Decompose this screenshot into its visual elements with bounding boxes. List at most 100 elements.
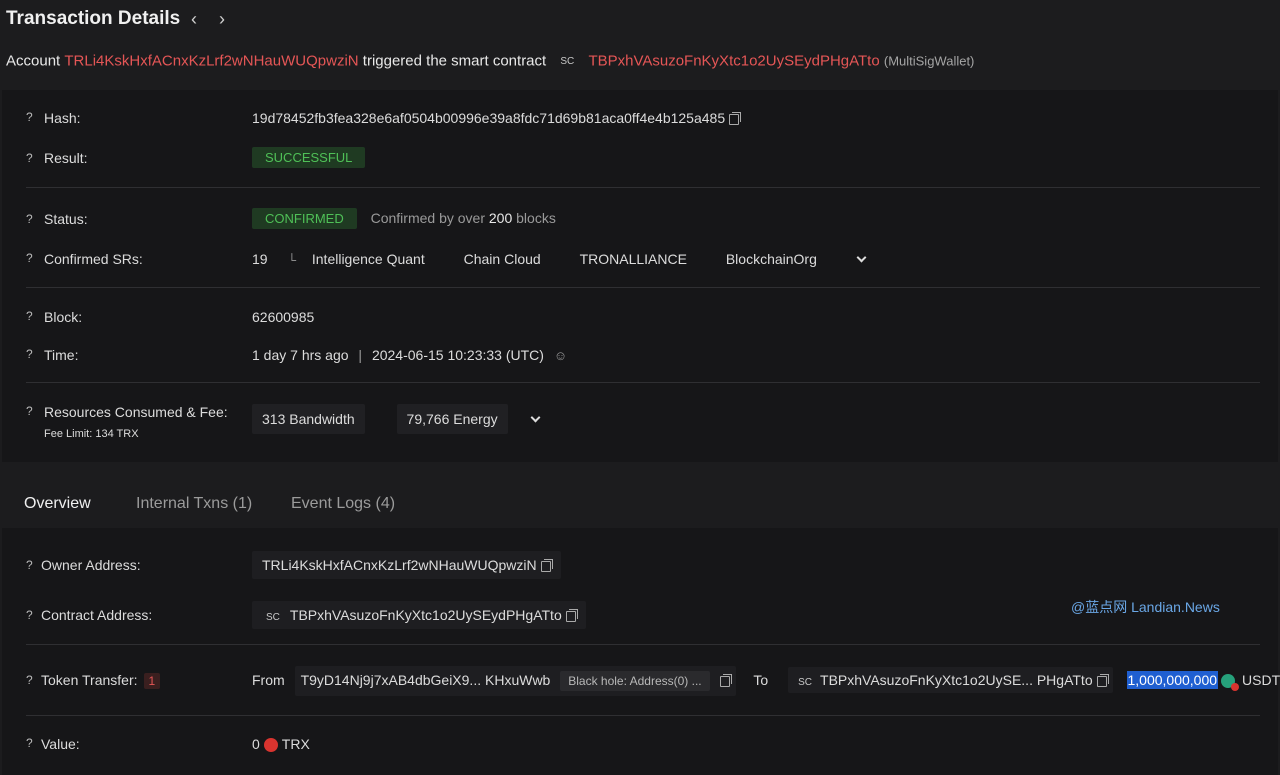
token-transfer-label: Token Transfer: 1	[41, 672, 161, 689]
summary-middle-text: triggered the smart contract	[362, 52, 547, 70]
time-value: 1 day 7 hrs ago | 2024-06-15 10:23:33 (U…	[252, 347, 567, 363]
tab-event-logs[interactable]: Event Logs (4)	[291, 495, 395, 513]
contract-address-box: SC TBPxhVAsuzoFnKyXtc1o2UySEydPHgATto	[252, 601, 586, 629]
summary-account-link[interactable]: TRLi4KskHxfACnxKzLrf2wNHauWUQpwziN	[64, 53, 358, 70]
status-value: CONFIRMED Confirmed by over 200 blocks	[252, 208, 556, 229]
value-value: 0 TRX	[252, 736, 310, 753]
sc-badge: SC	[798, 677, 813, 688]
confirm-suffix: blocks	[516, 210, 556, 226]
sc-badge: SC	[560, 55, 575, 67]
trx-token-icon	[263, 738, 278, 753]
help-icon[interactable]: ?	[26, 736, 33, 750]
value-unit: TRX	[281, 736, 310, 752]
token-symbol-link[interactable]: USDT	[1242, 672, 1280, 688]
chevron-right-icon[interactable]: ›	[212, 9, 232, 29]
contract-address-link[interactable]: TBPxhVAsuzoFnKyXtc1o2UySEydPHgATto	[290, 607, 562, 623]
result-badge: SUCCESSFUL	[252, 147, 366, 168]
details-panel: ? Hash: 19d78452fb3fea328e6af0504b00996e…	[2, 90, 1278, 462]
from-address-box: T9yD14Nj9j7xAB4dbGeiX9... KHxuWwb Black …	[294, 666, 736, 696]
contract-value: SC TBPxhVAsuzoFnKyXtc1o2UySEydPHgATto	[252, 601, 586, 629]
watermark: @蓝点网 Landian.News	[1071, 599, 1220, 615]
result-value: SUCCESSFUL	[252, 147, 366, 168]
bandwidth-value: 313	[262, 411, 286, 427]
block-link[interactable]: 62600985	[252, 309, 314, 325]
to-address-box: SC TBPxhVAsuzoFnKyXtc1o2UySE... PHgATto	[788, 667, 1113, 693]
chevron-left-icon[interactable]: ‹	[184, 9, 204, 29]
contract-label: Contract Address:	[41, 607, 153, 623]
help-icon[interactable]: ?	[26, 347, 33, 361]
help-icon[interactable]: ?	[26, 608, 33, 622]
bandwidth-pill: 313 Bandwidth	[252, 404, 365, 434]
token-transfer-label-text: Token Transfer:	[41, 672, 138, 688]
token-transfer-value: From T9yD14Nj9j7xAB4dbGeiX9... KHxuWwb B…	[252, 666, 1280, 696]
page-title: Transaction Details	[6, 8, 181, 29]
help-icon[interactable]: ?	[26, 673, 33, 687]
hash-value: 19d78452fb3fea328e6af0504b00996e39a8fdc7…	[252, 110, 742, 126]
confirm-count: 200	[488, 210, 513, 226]
divider	[26, 287, 1260, 288]
sr-item[interactable]: Intelligence Quant	[312, 251, 425, 267]
summary-contract-link[interactable]: TBPxhVAsuzoFnKyXtc1o2UySEydPHgATto	[588, 53, 879, 70]
copy-icon[interactable]	[729, 111, 742, 125]
status-label: Status:	[44, 211, 88, 227]
energy-label: Energy	[453, 411, 498, 427]
copy-icon[interactable]	[540, 558, 553, 572]
black-hole-badge: Black hole: Address(0) ...	[560, 671, 710, 691]
sr-item[interactable]: BlockchainOrg	[726, 251, 817, 267]
bandwidth-label: Bandwidth	[289, 411, 355, 427]
energy-pill: 79,766 Energy	[396, 404, 508, 434]
help-icon[interactable]: ?	[26, 151, 33, 165]
sc-badge: SC	[266, 612, 280, 623]
help-icon[interactable]: ?	[26, 212, 33, 226]
copy-icon[interactable]	[1096, 673, 1109, 687]
copy-icon[interactable]	[719, 673, 732, 687]
hash-label: Hash:	[44, 110, 81, 126]
chevron-down-icon[interactable]	[856, 252, 867, 263]
help-icon[interactable]: ?	[26, 309, 33, 323]
help-icon[interactable]: ?	[26, 558, 33, 572]
owner-value: TRLi4KskHxfACnxKzLrf2wNHauWUQpwziN	[252, 551, 561, 579]
transfer-amount: 1,000,000,000	[1126, 671, 1219, 689]
resources-value: 313 Bandwidth 79,766 Energy	[252, 404, 540, 434]
time-ago: 1 day 7 hrs ago	[252, 347, 349, 363]
sr-item[interactable]: Chain Cloud	[464, 251, 541, 267]
divider	[26, 382, 1260, 383]
value-amount: 0	[252, 736, 260, 752]
result-label: Result:	[44, 150, 88, 166]
clock-icon[interactable]: ☺	[554, 348, 567, 363]
help-icon[interactable]: ?	[26, 404, 33, 418]
srs-count: 19	[252, 251, 268, 267]
to-address-link[interactable]: TBPxhVAsuzoFnKyXtc1o2UySE... PHgATto	[820, 672, 1093, 688]
hash-text: 19d78452fb3fea328e6af0504b00996e39a8fdc7…	[252, 110, 726, 126]
owner-address-box: TRLi4KskHxfACnxKzLrf2wNHauWUQpwziN	[252, 551, 561, 579]
copy-icon[interactable]	[565, 608, 578, 622]
time-label: Time:	[44, 347, 79, 363]
srs-value: 19 └ Intelligence Quant Chain Cloud TRON…	[252, 251, 867, 267]
summary-prefix: Account	[6, 52, 61, 70]
transfer-count-badge: 1	[143, 673, 161, 689]
from-label: From	[252, 672, 285, 688]
block-label: Block:	[44, 309, 83, 325]
confirm-prefix: Confirmed by over	[370, 210, 485, 226]
time-separator: |	[358, 347, 363, 363]
tab-internal-txns[interactable]: Internal Txns (1)	[136, 495, 252, 513]
help-icon[interactable]: ?	[26, 251, 33, 265]
tree-branch-icon: └	[287, 253, 296, 267]
fee-limit: Fee Limit: 134 TRX	[44, 428, 139, 440]
tab-overview[interactable]: Overview	[24, 495, 91, 513]
owner-address-link[interactable]: TRLi4KskHxfACnxKzLrf2wNHauWUQpwziN	[262, 557, 537, 573]
owner-label: Owner Address:	[41, 557, 141, 573]
chevron-down-icon[interactable]	[530, 412, 540, 423]
divider	[26, 187, 1260, 188]
energy-value: 79,766	[406, 411, 450, 427]
help-icon[interactable]: ?	[26, 110, 33, 124]
from-address-link[interactable]: T9yD14Nj9j7xAB4dbGeiX9... KHxuWwb	[301, 672, 551, 688]
srs-label: Confirmed SRs:	[44, 251, 143, 267]
resources-label: Resources Consumed & Fee:	[44, 404, 228, 420]
sr-item[interactable]: TRONALLIANCE	[580, 251, 687, 267]
divider	[26, 715, 1260, 716]
transaction-summary: Account TRLi4KskHxfACnxKzLrf2wNHauWUQpwz…	[6, 52, 974, 70]
divider	[26, 644, 1260, 645]
time-utc: 2024-06-15 10:23:33 (UTC)	[371, 347, 544, 363]
value-label: Value:	[41, 736, 80, 752]
